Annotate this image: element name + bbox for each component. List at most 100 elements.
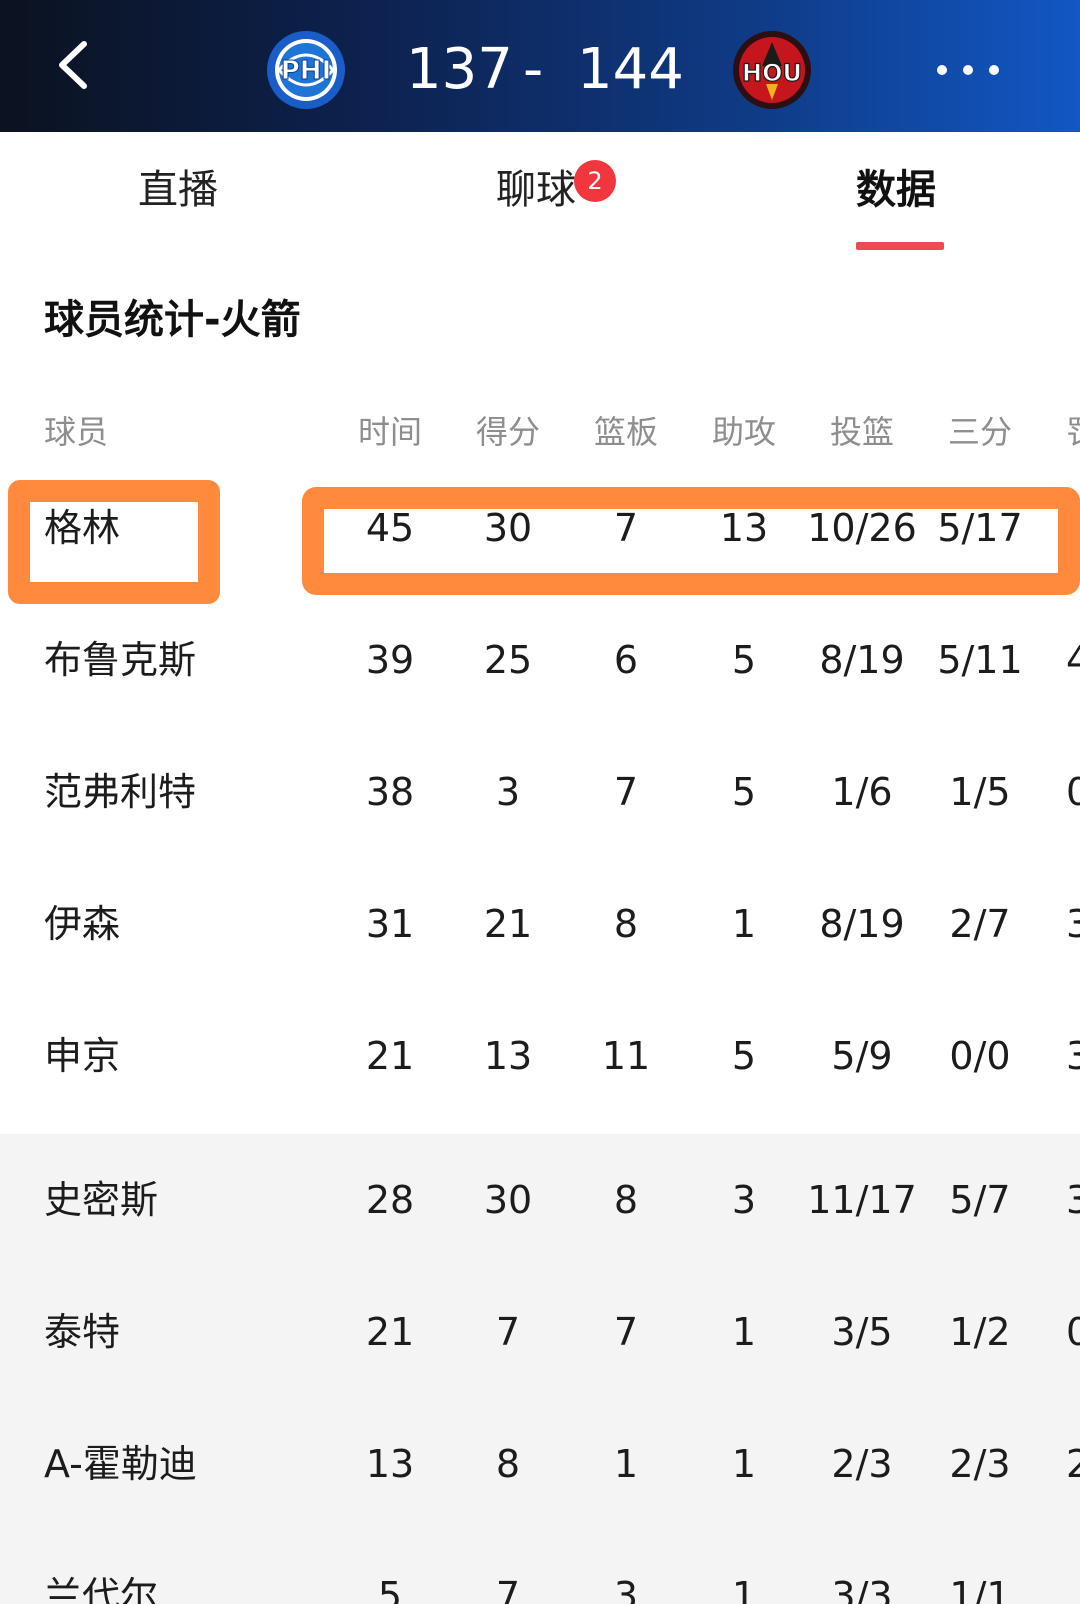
score-separator: - xyxy=(523,37,544,102)
stat-rebounds: 8 xyxy=(613,902,639,946)
tab-live[interactable]: 直播 xyxy=(138,160,218,220)
stat-assists: 1 xyxy=(731,1442,757,1486)
tab-data[interactable]: 数据 xyxy=(856,160,936,220)
stat-three-pointers: 5/17 xyxy=(937,506,1023,550)
stat-minutes: 13 xyxy=(365,1442,415,1486)
phi-logo-text: PHI xyxy=(281,56,332,86)
stat-rebounds: 6 xyxy=(613,638,639,682)
stat-rebounds: 1 xyxy=(613,1442,639,1486)
more-dots-icon xyxy=(937,65,999,75)
table-row[interactable]: 兰代尔 5 7 3 1 3/3 1/1 xyxy=(0,1530,1080,1604)
stat-minutes: 31 xyxy=(365,902,415,946)
stat-rebounds: 8 xyxy=(613,1178,639,1222)
back-button[interactable] xyxy=(40,30,110,100)
stat-rebounds: 7 xyxy=(613,1310,639,1354)
stat-field-goals: 3/3 xyxy=(831,1574,893,1604)
player-name: 伊森 xyxy=(44,902,121,946)
player-name: 兰代尔 xyxy=(44,1574,159,1604)
stat-free-throws: 2 xyxy=(1066,1442,1080,1486)
stat-three-pointers: 1/2 xyxy=(949,1310,1011,1354)
stat-field-goals: 8/19 xyxy=(819,902,905,946)
stat-three-pointers: 1/5 xyxy=(949,770,1011,814)
player-name: 史密斯 xyxy=(44,1178,159,1222)
stat-rebounds: 7 xyxy=(613,506,639,550)
section-title: 球员统计-火箭 xyxy=(44,297,301,343)
stat-free-throws: 0 xyxy=(1066,770,1080,814)
stat-assists: 5 xyxy=(731,638,757,682)
stat-three-pointers: 2/7 xyxy=(949,902,1011,946)
stat-free-throws: 3 xyxy=(1066,1178,1080,1222)
col-header-free-throws: 罚 xyxy=(1066,410,1080,454)
stat-minutes: 38 xyxy=(365,770,415,814)
player-name: 申京 xyxy=(44,1034,121,1078)
stat-three-pointers: 0/0 xyxy=(949,1034,1011,1078)
stat-rebounds: 11 xyxy=(601,1034,651,1078)
stat-assists: 1 xyxy=(731,1310,757,1354)
stat-assists: 1 xyxy=(731,902,757,946)
stat-three-pointers: 5/7 xyxy=(949,1178,1011,1222)
table-row[interactable]: A-霍勒迪 13 8 1 1 2/3 2/3 2 xyxy=(0,1398,1080,1530)
player-name: 范弗利特 xyxy=(44,770,197,814)
stat-points: 7 xyxy=(495,1574,521,1604)
stat-field-goals: 10/26 xyxy=(807,506,917,550)
stat-field-goals: 8/19 xyxy=(819,638,905,682)
stat-rebounds: 7 xyxy=(613,770,639,814)
stat-points: 25 xyxy=(483,638,533,682)
tab-chat[interactable]: 聊球 xyxy=(496,160,576,220)
table-row[interactable]: 泰特 21 7 7 1 3/5 1/2 0 xyxy=(0,1266,1080,1398)
stat-three-pointers: 2/3 xyxy=(949,1442,1011,1486)
stat-assists: 13 xyxy=(719,506,769,550)
stat-field-goals: 3/5 xyxy=(831,1310,893,1354)
away-score: 137 xyxy=(406,37,513,102)
more-options-button[interactable] xyxy=(928,50,1008,90)
col-header-assists: 助攻 xyxy=(711,413,776,451)
player-name: A-霍勒迪 xyxy=(44,1442,197,1486)
stat-assists: 1 xyxy=(731,1574,757,1604)
stat-minutes: 45 xyxy=(365,506,415,550)
player-name: 泰特 xyxy=(44,1310,121,1354)
table-row[interactable]: 申京 21 13 11 5 5/9 0/0 3 xyxy=(0,990,1080,1122)
col-header-three-pointers: 三分 xyxy=(947,413,1012,451)
stat-three-pointers: 5/11 xyxy=(937,638,1023,682)
away-team-logo[interactable]: PHI xyxy=(266,30,346,110)
stat-minutes: 28 xyxy=(365,1178,415,1222)
chat-unread-badge: 2 xyxy=(574,160,616,202)
table-row[interactable]: 史密斯 28 30 8 3 11/17 5/7 3 xyxy=(0,1134,1080,1266)
home-score: 144 xyxy=(577,37,684,102)
stat-free-throws: 4 xyxy=(1066,638,1080,682)
phi-logo-icon: PHI xyxy=(267,31,345,109)
stat-minutes: 21 xyxy=(365,1310,415,1354)
stat-points: 3 xyxy=(495,770,521,814)
table-row[interactable]: 伊森 31 21 8 1 8/19 2/7 3 xyxy=(0,858,1080,990)
stat-points: 21 xyxy=(483,902,533,946)
stat-minutes: 5 xyxy=(377,1574,403,1604)
hou-logo-icon: HOU xyxy=(733,31,811,109)
col-header-player: 球员 xyxy=(44,413,109,451)
stat-field-goals: 2/3 xyxy=(831,1442,893,1486)
chevron-left-icon xyxy=(59,41,87,89)
table-row[interactable]: 布鲁克斯 39 25 6 5 8/19 5/11 4 xyxy=(0,594,1080,726)
col-header-minutes: 时间 xyxy=(357,413,422,451)
table-row[interactable]: 范弗利特 38 3 7 5 1/6 1/5 0 xyxy=(0,726,1080,858)
active-tab-indicator xyxy=(856,242,944,250)
tab-bar: 直播 聊球 2 数据 xyxy=(0,132,1080,252)
stat-free-throws: 3 xyxy=(1066,1034,1080,1078)
stat-minutes: 39 xyxy=(365,638,415,682)
col-header-rebounds: 篮板 xyxy=(593,413,658,451)
table-row[interactable]: 格林 45 30 7 13 10/26 5/17 xyxy=(0,462,1080,594)
stat-rebounds: 3 xyxy=(613,1574,639,1604)
stat-field-goals: 5/9 xyxy=(831,1034,893,1078)
player-stats-panel: 球员统计-火箭 球员 时间 得分 篮板 助攻 投篮 三分 罚 格林 45 30 … xyxy=(0,252,1080,1604)
stat-assists: 5 xyxy=(731,770,757,814)
stat-assists: 3 xyxy=(731,1178,757,1222)
hou-logo-text: HOU xyxy=(742,59,802,87)
stat-free-throws: 0 xyxy=(1066,1310,1080,1354)
player-name: 格林 xyxy=(44,506,121,550)
stat-points: 30 xyxy=(483,1178,533,1222)
home-team-logo[interactable]: HOU xyxy=(732,30,812,110)
stat-points: 8 xyxy=(495,1442,521,1486)
stat-three-pointers: 1/1 xyxy=(949,1574,1011,1604)
stat-minutes: 21 xyxy=(365,1034,415,1078)
col-header-points: 得分 xyxy=(475,413,540,451)
stat-free-throws: 3 xyxy=(1066,902,1080,946)
